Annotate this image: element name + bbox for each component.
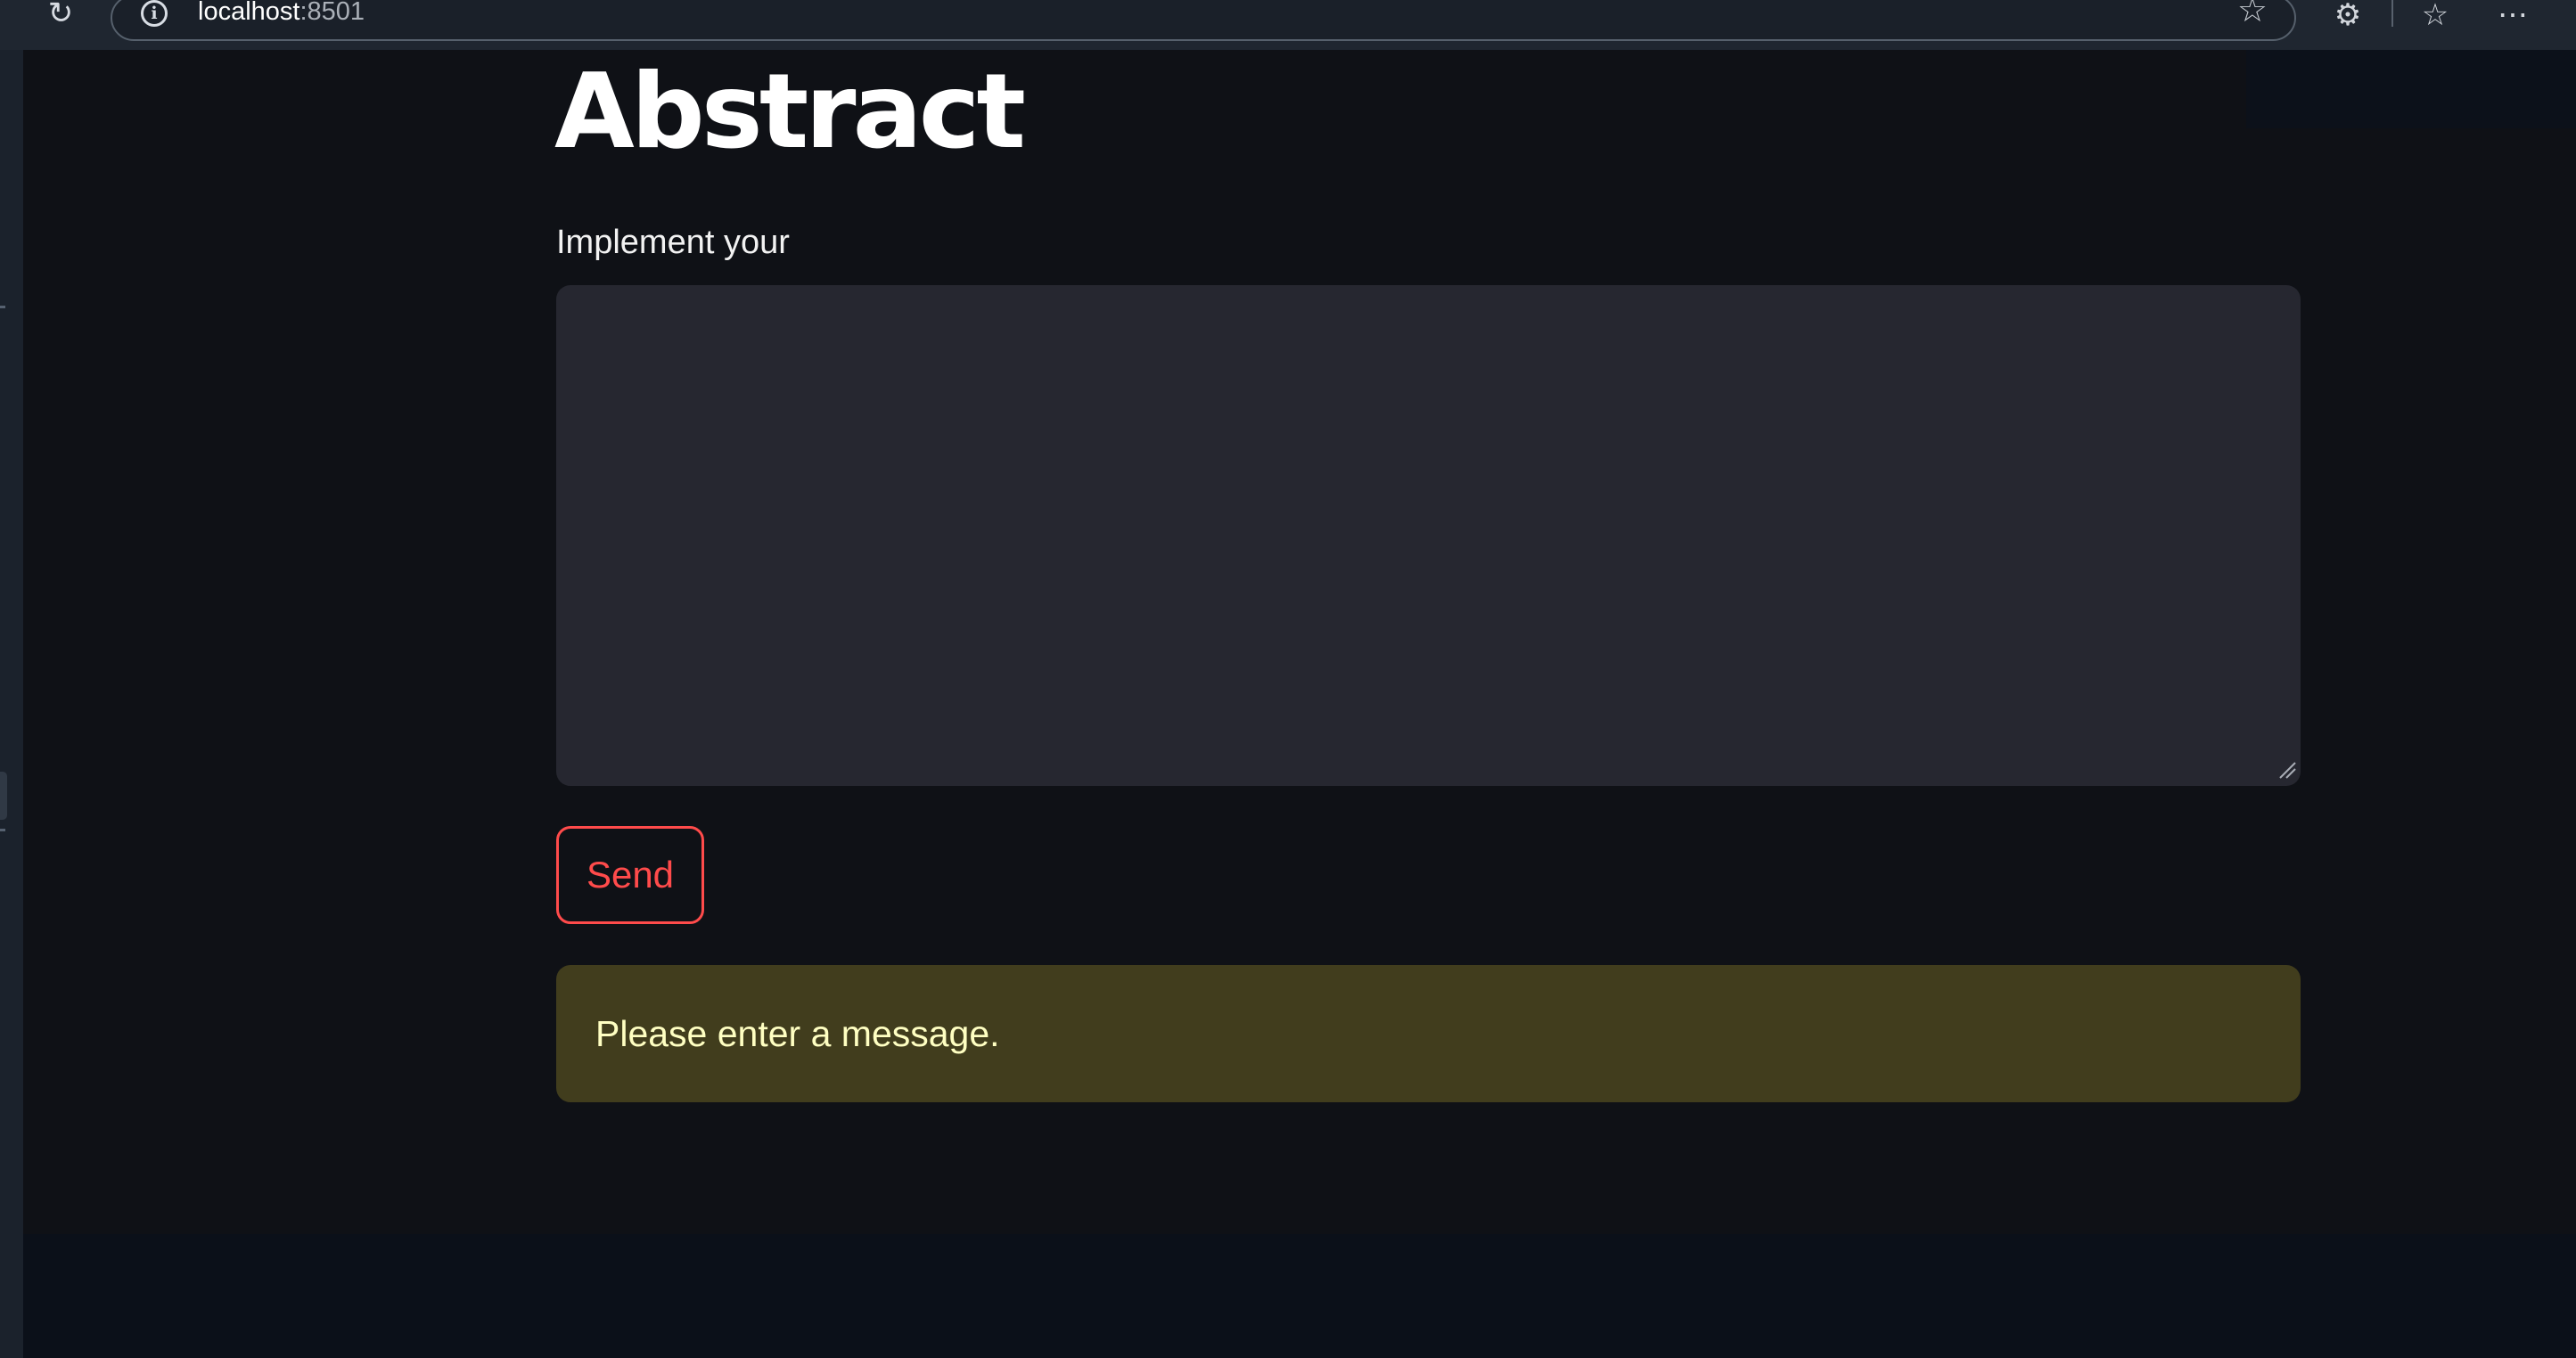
- sidebar-expand-tab[interactable]: [0, 772, 7, 820]
- warning-alert: Please enter a message.: [556, 965, 2301, 1102]
- sidebar-edge-mark: [0, 829, 5, 831]
- url-text[interactable]: localhost:8501: [198, 0, 365, 27]
- address-bar[interactable]: i localhost:8501 ☆: [111, 0, 2296, 41]
- reload-icon[interactable]: ↻: [43, 0, 78, 36]
- extensions-icon[interactable]: ⚙: [2328, 0, 2367, 32]
- toolbar-divider: [2391, 0, 2393, 27]
- browser-toolbar: ↻ i localhost:8501 ☆ ⚙ ☆ ⋯: [0, 0, 2576, 50]
- message-textarea[interactable]: [556, 285, 2301, 786]
- app-footer: [23, 1234, 2576, 1358]
- url-port: :8501: [299, 0, 365, 26]
- warning-message: Please enter a message.: [595, 1013, 1000, 1054]
- more-menu-icon[interactable]: ⋯: [2493, 0, 2532, 32]
- favorite-star-icon[interactable]: ☆: [2237, 0, 2268, 29]
- info-icon[interactable]: i: [141, 0, 168, 27]
- resize-handle-icon[interactable]: [2278, 761, 2296, 779]
- message-input-label: Implement your: [556, 224, 790, 261]
- url-host: localhost: [198, 0, 300, 26]
- app-header-shade: [2246, 50, 2576, 128]
- left-sidebar-strip: [0, 50, 23, 1358]
- page-title: Abstract: [554, 52, 1026, 172]
- favorites-icon[interactable]: ☆: [2416, 0, 2455, 32]
- send-button[interactable]: Send: [556, 826, 704, 924]
- sidebar-edge-mark: [0, 306, 5, 308]
